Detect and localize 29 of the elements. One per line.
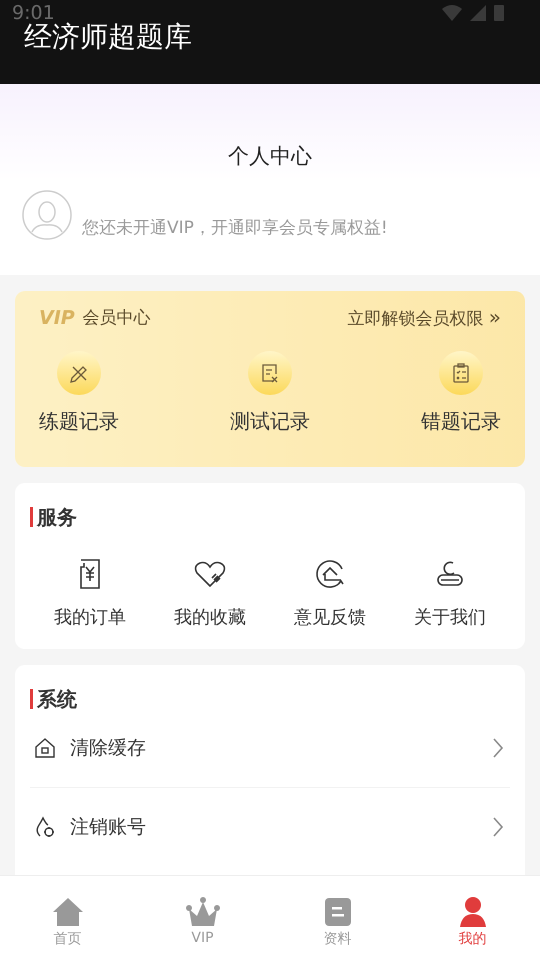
- vip-prompt: 您还未开通VIP，开通即享会员专属权益!: [82, 216, 388, 238]
- service-label[interactable]: 我的收藏: [174, 605, 246, 629]
- avatar-icon: [22, 190, 72, 240]
- chevron-icon: [492, 816, 504, 838]
- service-label[interactable]: 关于我们: [414, 605, 486, 629]
- pencil-icon[interactable]: [56, 350, 102, 396]
- unlock-link[interactable]: 立即解锁会员权限 »: [347, 305, 501, 330]
- house-icon: [34, 737, 56, 759]
- record-label[interactable]: 测试记录: [230, 408, 310, 435]
- crown-icon: [186, 896, 220, 928]
- settings-row[interactable]: 清除缓存: [30, 709, 510, 787]
- page-title: 个人中心: [227, 143, 313, 170]
- wifi-icon: [442, 5, 462, 21]
- record-label[interactable]: 错题记录: [421, 408, 501, 435]
- service-label[interactable]: 我的订单: [54, 605, 126, 629]
- tab[interactable]: 我的: [405, 876, 540, 960]
- vip-title: 会员中心: [82, 307, 151, 329]
- document-icon[interactable]: [247, 350, 293, 396]
- chevron-icon: [492, 737, 504, 759]
- battery-icon: [494, 5, 504, 21]
- section-title: 系统: [30, 689, 510, 709]
- home-icon: [50, 896, 84, 928]
- signal-icon: [470, 5, 486, 21]
- vip-logo: VIP: [39, 306, 75, 328]
- section-title: 服务: [30, 507, 510, 527]
- record-label[interactable]: 练题记录: [39, 408, 119, 435]
- service-label[interactable]: 意见反馈: [294, 605, 366, 629]
- settings-row[interactable]: 注销账号: [30, 787, 510, 866]
- clipboard-icon[interactable]: [438, 350, 484, 396]
